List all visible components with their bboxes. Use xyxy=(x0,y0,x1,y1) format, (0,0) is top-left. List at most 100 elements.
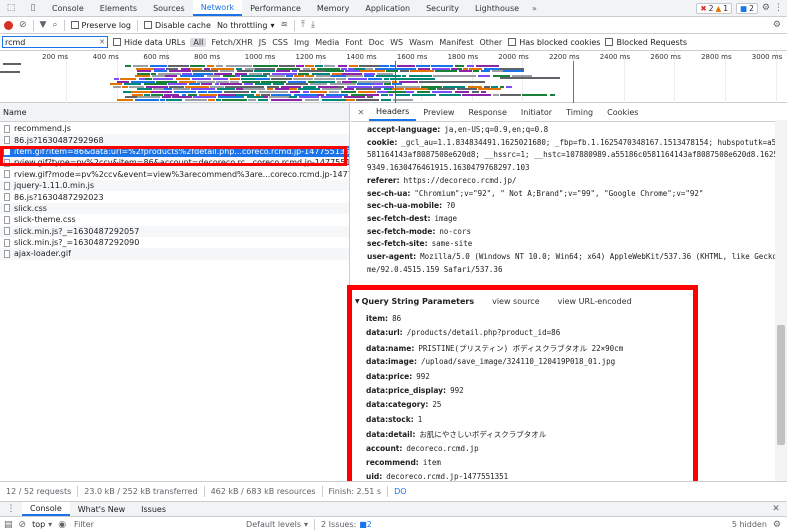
clear-filter-icon[interactable]: ✕ xyxy=(99,38,105,46)
drawer-menu-icon[interactable]: ⋮ xyxy=(0,502,22,516)
detail-tab-headers[interactable]: Headers xyxy=(369,103,417,121)
issues-counter[interactable]: ■ 2 xyxy=(736,2,758,14)
search-icon[interactable]: ⌕ xyxy=(52,20,57,30)
filter-type-all[interactable]: All xyxy=(190,37,207,47)
filter-type-doc[interactable]: Doc xyxy=(368,38,385,47)
tab-sources[interactable]: Sources xyxy=(145,0,193,16)
tab-security[interactable]: Security xyxy=(418,0,467,16)
import-har-icon[interactable]: ⤒ xyxy=(301,20,305,30)
issues-link[interactable]: 2 Issues: ■ 2 xyxy=(321,520,372,529)
hide-data-urls-checkbox[interactable]: Hide data URLs xyxy=(113,38,185,47)
request-row[interactable]: 86.js?1630487292968 xyxy=(0,134,349,146)
more-tabs-icon[interactable]: » xyxy=(527,0,542,16)
request-row[interactable]: slick.css xyxy=(0,202,349,215)
console-filter-input[interactable]: Filter xyxy=(72,519,232,531)
network-settings-gear-icon[interactable]: ⚙ xyxy=(773,20,781,30)
request-header-row: sec-fetch-mode: no-cors xyxy=(367,227,775,236)
log-levels-select[interactable]: Default levels ▾ xyxy=(246,520,308,529)
console-sidebar-icon[interactable]: ▤ xyxy=(4,520,13,530)
filter-input[interactable]: rcmd ✕ xyxy=(2,36,108,48)
preserve-log-checkbox[interactable]: Preserve log xyxy=(70,21,131,30)
export-har-icon[interactable]: ⤓ xyxy=(311,20,315,30)
filter-type-fetch-xhr[interactable]: Fetch/XHR xyxy=(210,38,253,47)
record-icon[interactable] xyxy=(4,20,13,30)
waterfall-segment xyxy=(165,98,183,101)
console-settings-gear-icon[interactable]: ⚙ xyxy=(773,520,781,530)
clear-icon[interactable]: ⊘ xyxy=(19,20,27,30)
clear-console-icon[interactable]: ⊘ xyxy=(19,520,27,530)
throttling-select[interactable]: No throttling ▾ xyxy=(217,21,275,30)
network-conditions-icon[interactable]: ≋ xyxy=(280,20,288,30)
file-icon xyxy=(4,181,10,190)
request-row[interactable]: jquery-1.11.0.min.js xyxy=(0,179,349,192)
filter-type-wasm[interactable]: Wasm xyxy=(408,38,434,47)
tab-application[interactable]: Application xyxy=(357,0,418,16)
filter-type-css[interactable]: CSS xyxy=(271,38,289,47)
param-key: data:category: xyxy=(366,400,429,410)
filter-type-media[interactable]: Media xyxy=(314,38,340,47)
inspect-element-icon[interactable]: ⬚ xyxy=(0,0,22,16)
tab-performance[interactable]: Performance xyxy=(242,0,309,16)
live-expression-eye-icon[interactable]: ◉ xyxy=(58,520,66,530)
detail-tab-cookies[interactable]: Cookies xyxy=(600,103,645,121)
request-row[interactable]: ajax-loader.gif xyxy=(0,248,349,260)
waterfall-segment xyxy=(500,77,560,79)
drawer-tab-console[interactable]: Console xyxy=(22,502,70,516)
view-source-link[interactable]: view source xyxy=(492,297,540,306)
filter-type-img[interactable]: Img xyxy=(293,38,310,47)
detail-tab-initiator[interactable]: Initiator xyxy=(514,103,559,121)
error-count: 2 xyxy=(708,3,714,13)
query-string-parameters-section[interactable]: ▼ Query String Parameters view source vi… xyxy=(355,297,632,306)
request-row[interactable]: rview.gif?mode=pv%2ccv&event=view%3areco… xyxy=(0,169,349,180)
disable-cache-checkbox[interactable]: Disable cache xyxy=(144,21,211,30)
request-row[interactable]: slick.min.js?_=1630487292057 xyxy=(0,225,349,237)
has-blocked-cookies-checkbox[interactable]: Has blocked cookies xyxy=(508,38,600,47)
detail-tab-timing[interactable]: Timing xyxy=(559,103,600,121)
drawer-tab-issues[interactable]: Issues xyxy=(133,502,174,516)
request-row[interactable]: 86.js?1630487292023 xyxy=(0,191,349,202)
settings-gear-icon[interactable]: ⚙ xyxy=(762,3,770,13)
tab-lighthouse[interactable]: Lighthouse xyxy=(467,0,527,16)
scrollbar-thumb[interactable] xyxy=(777,325,785,445)
waterfall-segment xyxy=(381,98,391,101)
filter-type-font[interactable]: Font xyxy=(344,38,363,47)
error-warning-counter[interactable]: ✖ 2 ▲ 1 xyxy=(696,2,733,14)
filter-icon[interactable]: ▼ xyxy=(40,20,47,30)
tab-network[interactable]: Network xyxy=(192,0,243,16)
drawer-tab-what-s-new[interactable]: What's New xyxy=(70,502,133,516)
filter-type-other[interactable]: Other xyxy=(479,38,504,47)
request-header-row: sec-fetch-dest: image xyxy=(367,214,775,223)
waterfall-segment xyxy=(461,93,477,96)
request-name: 86.js?1630487292968 xyxy=(14,135,104,145)
load-event-marker xyxy=(573,61,574,103)
details-scrollbar[interactable] xyxy=(775,120,787,481)
view-url-encoded-link[interactable]: view URL-encoded xyxy=(558,297,632,306)
request-row[interactable]: recommend.js xyxy=(0,123,349,134)
close-icon[interactable]: ✕ xyxy=(353,103,369,121)
detail-tab-response[interactable]: Response xyxy=(461,103,513,121)
filter-type-js[interactable]: JS xyxy=(258,38,267,47)
request-header-row: me/92.0.4515.159 Safari/537.36 xyxy=(367,265,775,274)
detail-tab-preview[interactable]: Preview xyxy=(416,103,461,121)
context-select[interactable]: top ▾ xyxy=(32,520,52,529)
device-toolbar-icon[interactable]: ▯ xyxy=(22,0,44,16)
expand-triangle-icon[interactable]: ▼ xyxy=(355,298,360,305)
filter-type-ws[interactable]: WS xyxy=(389,38,404,47)
tab-memory[interactable]: Memory xyxy=(309,0,358,16)
more-options-icon[interactable]: ⋮ xyxy=(774,3,783,13)
request-name: recommend.js xyxy=(14,124,71,134)
request-header-row: sec-ch-ua-mobile: ?0 xyxy=(367,201,775,210)
waterfall-segment xyxy=(122,91,131,93)
tab-elements[interactable]: Elements xyxy=(92,0,145,16)
name-column-header[interactable]: Name xyxy=(0,103,349,122)
network-overview-timeline[interactable]: 200 ms 400 ms 600 ms 800 ms 1000 ms 1200 ms 14… xyxy=(0,51,787,103)
file-icon xyxy=(4,249,10,258)
request-header-row: user-agent: Mozilla/5.0 (Windows NT 10.0;… xyxy=(367,252,775,261)
tab-console[interactable]: Console xyxy=(44,0,92,16)
filter-type-manifest[interactable]: Manifest xyxy=(438,38,474,47)
request-row[interactable]: slick.min.js?_=1630487292090 xyxy=(0,237,349,248)
request-row[interactable]: slick-theme.css xyxy=(0,214,349,225)
close-drawer-icon[interactable]: ✕ xyxy=(765,502,787,516)
file-icon xyxy=(4,227,10,236)
blocked-requests-checkbox[interactable]: Blocked Requests xyxy=(605,38,687,47)
